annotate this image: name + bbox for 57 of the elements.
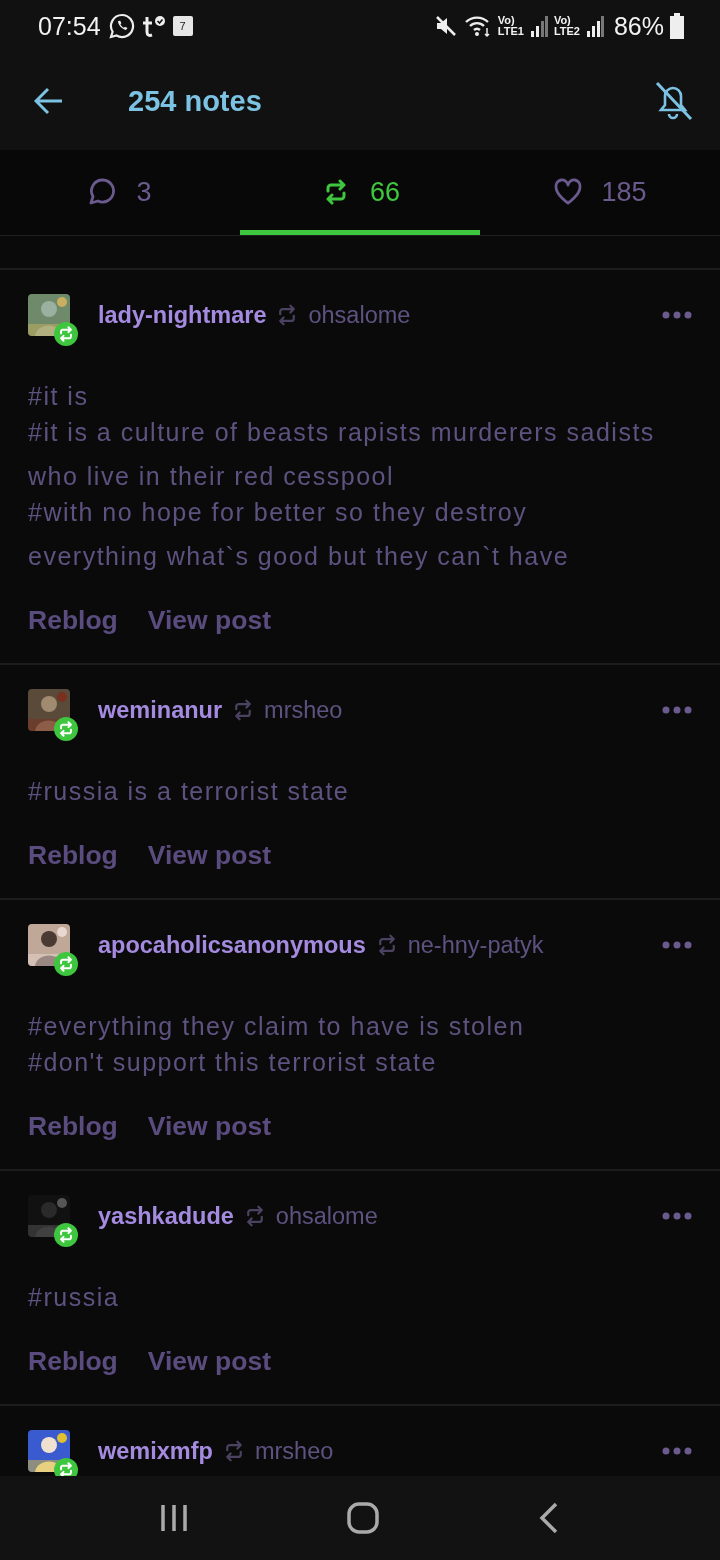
reblog-button[interactable]: Reblog bbox=[28, 1108, 118, 1144]
page-title: 254 notes bbox=[128, 84, 262, 118]
tag-text: #it is a culture of beasts rapists murderers sadists who live in their red cesspool bbox=[28, 417, 656, 492]
source-username-link[interactable]: mrsheo bbox=[254, 1437, 334, 1465]
t-check-icon bbox=[140, 14, 167, 38]
reblog-badge-icon bbox=[54, 322, 78, 346]
signal-icon bbox=[585, 15, 604, 37]
notes-tab[interactable]: 185 bbox=[480, 150, 720, 235]
source-username-link[interactable]: mrsheo bbox=[264, 696, 343, 724]
reblog-badge-icon bbox=[54, 1223, 78, 1247]
view-post-button[interactable]: View post bbox=[147, 837, 272, 873]
view-post-button[interactable]: View post bbox=[147, 1108, 272, 1144]
reblog-badge-icon bbox=[54, 952, 78, 976]
view-post-button[interactable]: View post bbox=[147, 1343, 272, 1379]
username-link[interactable]: wemixmfp bbox=[98, 1437, 213, 1465]
username-link[interactable]: weminanur bbox=[98, 696, 223, 724]
tag-text: #russia is a terrorist state bbox=[28, 776, 351, 807]
mute-icon bbox=[433, 14, 458, 38]
back-arrow-icon[interactable] bbox=[34, 87, 64, 115]
reblog-button[interactable]: Reblog bbox=[28, 1343, 118, 1379]
home-icon[interactable] bbox=[347, 1502, 379, 1534]
tag-text: #russia bbox=[28, 1282, 121, 1313]
battery-icon bbox=[670, 13, 684, 39]
username-link[interactable]: yashkadude bbox=[98, 1202, 234, 1230]
tag-text: #it is bbox=[28, 381, 90, 412]
volte-label: Vo) bbox=[553, 15, 572, 26]
heart-icon bbox=[553, 177, 584, 207]
tag-text: #everything they claim to have is stolen bbox=[28, 1011, 526, 1042]
source-username-link[interactable]: ne-hny-patyk bbox=[407, 931, 544, 959]
volte-label: Vo) bbox=[497, 15, 516, 26]
chat-bubble-icon bbox=[108, 13, 135, 39]
signal-icon bbox=[529, 15, 548, 37]
view-post-button[interactable]: View post bbox=[147, 602, 272, 638]
more-options-icon[interactable] bbox=[662, 941, 692, 949]
calendar-icon: 7 bbox=[172, 16, 193, 36]
network-label: LTE2 bbox=[553, 26, 580, 37]
notes-tab[interactable]: 66 bbox=[240, 150, 480, 235]
source-username-link[interactable]: ohsalome bbox=[308, 301, 411, 329]
reblog-button[interactable]: Reblog bbox=[28, 837, 118, 873]
reblog-badge-icon bbox=[54, 1458, 78, 1476]
username-link[interactable]: apocaholicsanonymous bbox=[98, 931, 366, 959]
reblog-badge-icon bbox=[54, 717, 78, 741]
network-label: LTE1 bbox=[497, 26, 524, 37]
more-options-icon[interactable] bbox=[662, 1212, 692, 1220]
reblog-button[interactable]: Reblog bbox=[28, 602, 118, 638]
source-username-link[interactable]: ohsalome bbox=[275, 1202, 378, 1230]
username-link[interactable]: lady-nightmare bbox=[98, 301, 267, 329]
more-options-icon[interactable] bbox=[662, 1447, 692, 1455]
more-options-icon[interactable] bbox=[662, 311, 692, 319]
tag-text: #don't support this terrorist state bbox=[28, 1047, 438, 1078]
wifi-icon bbox=[463, 14, 492, 38]
tag-text: #with no hope for better so they destroy everything what`s good but they can`t have bbox=[28, 497, 571, 572]
recent-apps-icon[interactable] bbox=[159, 1503, 188, 1533]
battery-percent: 86% bbox=[613, 11, 664, 41]
notes-tab[interactable]: 3 bbox=[0, 150, 240, 235]
more-options-icon[interactable] bbox=[662, 706, 692, 714]
status-time: 07:54 bbox=[38, 11, 101, 41]
